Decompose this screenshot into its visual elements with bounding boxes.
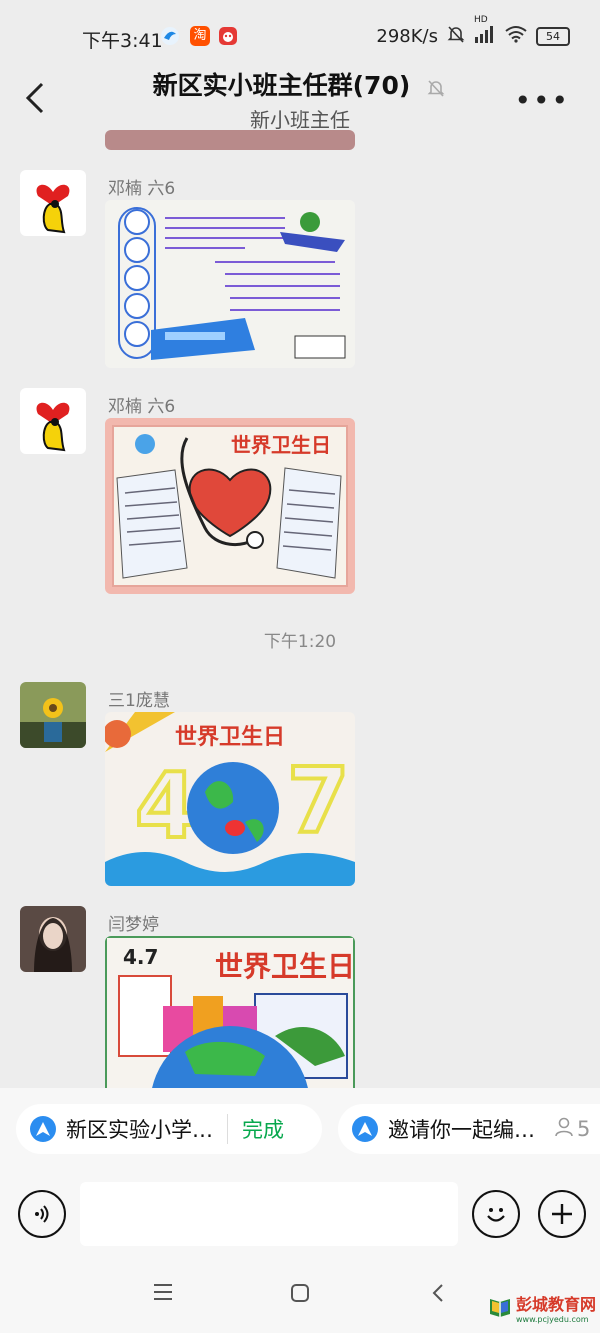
image-text: 世界卫生日 — [175, 725, 285, 750]
status-time: 下午3:41 — [82, 30, 163, 52]
bottom-bar: 新区实验小学… 完成 邀请你一起编… 5 彭城教育网 www.pcjyedu.c… — [0, 1088, 600, 1333]
mute-bell-icon — [425, 77, 447, 103]
image-text: 世界卫生日 — [215, 950, 355, 983]
sender-name: 邓楠 六6 — [108, 397, 176, 417]
wifi-icon — [504, 25, 528, 48]
message-input[interactable] — [80, 1182, 458, 1246]
watermark: 彭城教育网 www.pcjyedu.com — [488, 1291, 596, 1324]
bird-icon — [160, 26, 180, 46]
red-app-icon — [218, 26, 238, 46]
network-speed: 298K/s — [376, 26, 438, 47]
image-text: 世界卫生日 — [231, 433, 331, 457]
home-icon[interactable] — [289, 1282, 311, 1308]
bell-off-icon — [446, 24, 466, 49]
emoji-button[interactable] — [472, 1190, 520, 1238]
timestamp: 下午1:20 — [263, 632, 337, 652]
avatar[interactable] — [20, 906, 86, 972]
message-image[interactable]: 世界卫生日 4 7 — [105, 712, 355, 886]
navigation-arrow-icon — [352, 1116, 378, 1142]
title-wrap: 新区实小班主任群(70) — [0, 66, 600, 103]
avatar[interactable] — [20, 388, 86, 454]
avatar[interactable] — [20, 682, 86, 748]
sender-name: 三1庞慧 — [108, 691, 170, 711]
hd-label: HD — [474, 15, 488, 25]
avatar[interactable] — [20, 170, 86, 236]
battery-indicator: 54 — [536, 27, 570, 46]
group-title[interactable]: 新区实小班主任群(70) — [153, 66, 411, 102]
system-navigation-bar: 彭城教育网 www.pcjyedu.com — [0, 1268, 600, 1328]
sender-name: 闫梦婷 — [108, 915, 159, 935]
more-options-button[interactable]: ••• — [514, 84, 570, 117]
message-image[interactable] — [105, 200, 355, 368]
signal-icon: HD — [474, 15, 496, 48]
svg-text:4.7: 4.7 — [123, 945, 158, 969]
chat-header: 新区实小班主任群(70) 新小班主任 ••• — [0, 60, 600, 140]
book-logo-icon — [488, 1295, 512, 1321]
add-button[interactable] — [538, 1190, 586, 1238]
menu-icon[interactable] — [152, 1282, 174, 1306]
svg-text:7: 7 — [287, 749, 350, 854]
done-button[interactable]: 完成 — [227, 1114, 284, 1144]
voice-input-button[interactable] — [18, 1190, 66, 1238]
message-image[interactable]: 世界卫生日 — [105, 418, 355, 594]
sender-name: 邓楠 六6 — [108, 179, 176, 199]
participant-count: 5 — [577, 1117, 591, 1141]
watermark-text: 彭城教育网 — [515, 1295, 596, 1314]
person-icon — [553, 1116, 575, 1143]
group-subtitle: 新小班主任 — [250, 108, 350, 132]
message-image[interactable]: 4.7 世界卫生日 — [105, 936, 355, 1088]
shared-doc-pill-2[interactable]: 邀请你一起编… 5 — [338, 1104, 600, 1154]
message-image-partial[interactable] — [105, 130, 355, 150]
watermark-url: www.pcjyedu.com — [515, 1315, 589, 1324]
pill-label: 新区实验小学… — [66, 1118, 213, 1142]
back-nav-icon[interactable] — [428, 1282, 448, 1308]
chat-area[interactable]: 邓楠 六6 邓楠 六6 世界卫生日 下午1:20 三1庞慧 世界卫生日 4 7 … — [0, 130, 600, 1088]
status-right: 298K/s HD 54 — [376, 15, 570, 49]
shared-doc-pill-1[interactable]: 新区实验小学… 完成 — [16, 1104, 322, 1154]
navigation-arrow-icon — [30, 1116, 56, 1142]
taobao-icon: 淘 — [190, 26, 210, 46]
pill-label: 邀请你一起编… — [388, 1118, 535, 1142]
